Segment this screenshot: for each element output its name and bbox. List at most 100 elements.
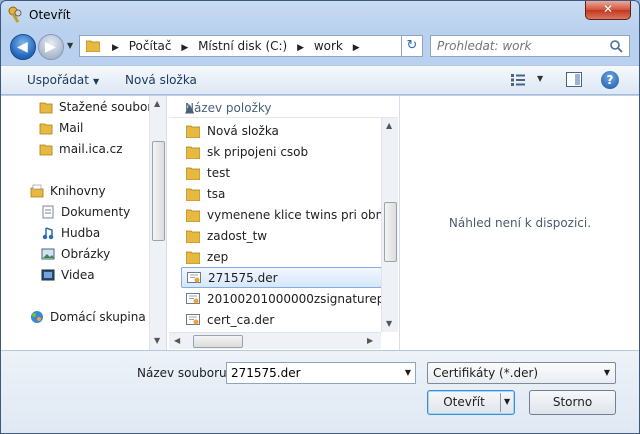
arrow-left-icon: ◀ — [17, 39, 28, 55]
filename-field[interactable]: ▼ — [226, 362, 416, 384]
breadcrumb-item-computer[interactable]: Počítač — [129, 39, 172, 53]
organize-button[interactable]: Uspořádat ▼ — [27, 73, 99, 87]
sort-ascending-icon: ▲ — [185, 101, 195, 115]
dialog-footer: Název souboru: ▼ Certifikáty (*.der) ▼ O… — [1, 350, 639, 433]
file-name: 20100201000000zsignaturepolicy. — [207, 292, 381, 306]
open-button[interactable]: Otevřít ▼ — [427, 390, 515, 415]
file-list-vertical-scrollbar[interactable]: ▲ ▼ — [381, 118, 398, 332]
breadcrumb-item-work[interactable]: work — [314, 39, 343, 53]
column-header-label: Název položky — [185, 101, 272, 115]
library-icon — [30, 184, 44, 198]
list-item[interactable]: zep — [181, 247, 381, 268]
folder-icon — [186, 209, 200, 222]
title-bar: Otevřít ✕ — [1, 1, 639, 29]
scrollbar-thumb[interactable] — [193, 335, 243, 348]
refresh-button[interactable]: ↻ — [401, 35, 423, 57]
folder-icon — [39, 123, 53, 135]
folder-icon — [39, 102, 53, 114]
list-item[interactable]: cert_ca.der — [181, 310, 381, 331]
certificate-icon — [186, 314, 200, 325]
file-list-horizontal-scrollbar[interactable]: ◀ ▶ — [169, 332, 381, 349]
organize-label: Uspořádat — [27, 73, 89, 87]
close-icon: ✕ — [602, 2, 614, 16]
video-icon — [41, 269, 55, 281]
file-name: sk pripojeni csob — [207, 145, 309, 159]
chevron-down-icon: ▼ — [603, 368, 610, 377]
close-button[interactable]: ✕ — [585, 1, 631, 20]
preview-pane-toggle-icon[interactable] — [566, 72, 582, 87]
certificate-icon — [186, 293, 200, 304]
chevron-down-icon[interactable]: ▼ — [405, 368, 411, 377]
refresh-icon: ↻ — [406, 38, 418, 53]
file-type-filter-select[interactable]: Certifikáty (*.der) ▼ — [427, 362, 616, 384]
back-button[interactable]: ◀ — [10, 34, 36, 60]
list-item[interactable]: sk pripojeni csob — [181, 142, 381, 163]
file-name: tsa — [207, 187, 226, 201]
list-item[interactable]: tsa — [181, 184, 381, 205]
open-file-dialog: Otevřít ✕ ◀ ▶ ▼ ▶ Počítač ▶ Místní disk … — [0, 0, 640, 434]
sidebar-item-label: Stažené soubory — [59, 100, 160, 114]
scroll-down-icon[interactable]: ▼ — [154, 336, 160, 345]
window-title: Otevřít — [29, 8, 71, 22]
cancel-button[interactable]: Storno — [529, 390, 616, 415]
scrollbar-thumb[interactable] — [384, 202, 397, 262]
column-header-name[interactable]: Název položky ▲ — [169, 96, 398, 118]
sidebar-scrollbar[interactable]: ▲ ▼ — [149, 96, 166, 350]
scroll-right-icon[interactable]: ▶ — [367, 336, 373, 345]
forward-button[interactable]: ▶ — [38, 34, 64, 60]
breadcrumb-separator-icon[interactable]: ▶ — [353, 43, 360, 53]
file-name: test — [207, 166, 231, 180]
open-options-dropdown-icon[interactable]: ▼ — [504, 391, 510, 413]
list-item[interactable]: test — [181, 163, 381, 184]
file-type-filter-value: Certifikáty (*.der) — [433, 366, 539, 380]
list-item[interactable]: 20100201000000zsignaturepolicy. — [181, 289, 381, 310]
sidebar-item-label: Obrázky — [61, 247, 111, 261]
list-item[interactable]: Nová složka — [181, 121, 381, 142]
list-item[interactable]: vymenene klice twins pri obnove — [181, 205, 381, 226]
content-area: Stažené soubory Mail mail.ica.cz Knihovn… — [1, 96, 639, 350]
breadcrumb-separator-icon[interactable]: ▶ — [181, 43, 188, 53]
list-item[interactable]: zadost_tw — [181, 226, 381, 247]
scroll-left-icon[interactable]: ◀ — [174, 336, 180, 345]
open-button-label: Otevřít — [443, 395, 485, 409]
preview-pane: Náhled není k dispozici. — [399, 96, 639, 350]
search-icon[interactable] — [609, 39, 623, 53]
view-options-icon[interactable] — [511, 74, 525, 86]
filename-input[interactable] — [231, 364, 391, 382]
search-box[interactable] — [430, 35, 630, 57]
scroll-down-icon[interactable]: ▼ — [386, 319, 392, 328]
folder-icon — [186, 230, 200, 243]
keys-icon — [8, 6, 22, 23]
folder-icon — [186, 167, 200, 180]
file-name: zep — [207, 250, 229, 264]
music-icon — [42, 227, 54, 240]
folder-icon — [86, 40, 100, 52]
breadcrumb[interactable]: ▶ Počítač ▶ Místní disk (C:) ▶ work ▶ — [79, 35, 422, 57]
sidebar-item-label: mail.ica.cz — [59, 142, 123, 156]
folder-icon — [186, 125, 200, 138]
homegroup-icon — [31, 311, 43, 323]
arrow-right-icon: ▶ — [45, 39, 56, 55]
split-divider — [500, 393, 501, 412]
list-item-selected[interactable]: 271575.der — [181, 267, 382, 288]
sidebar-item-label: Knihovny — [50, 184, 106, 198]
help-icon[interactable]: ? — [601, 71, 619, 89]
history-dropdown-icon[interactable]: ▼ — [67, 41, 73, 50]
picture-icon — [41, 248, 55, 260]
folder-icon — [186, 146, 200, 159]
sidebar-item-label: Mail — [59, 121, 84, 135]
sidebar-item-label: Domácí skupina — [50, 310, 146, 324]
file-name: 271575.der — [208, 271, 278, 285]
scrollbar-thumb[interactable] — [152, 141, 165, 241]
certificate-icon — [187, 272, 201, 283]
sidebar-item-label: Videa — [61, 268, 95, 282]
breadcrumb-item-local-disk[interactable]: Místní disk (C:) — [198, 39, 287, 53]
sidebar-item-label: Dokumenty — [61, 205, 131, 219]
scroll-up-icon[interactable]: ▲ — [386, 121, 392, 130]
view-dropdown-icon[interactable]: ▼ — [537, 74, 543, 83]
breadcrumb-separator-icon[interactable]: ▶ — [297, 43, 304, 53]
search-input[interactable] — [437, 37, 607, 55]
new-folder-button[interactable]: Nová složka — [125, 73, 197, 87]
command-toolbar: Uspořádat ▼ Nová složka ▼ ? — [1, 65, 639, 95]
scroll-up-icon[interactable]: ▲ — [154, 99, 160, 108]
